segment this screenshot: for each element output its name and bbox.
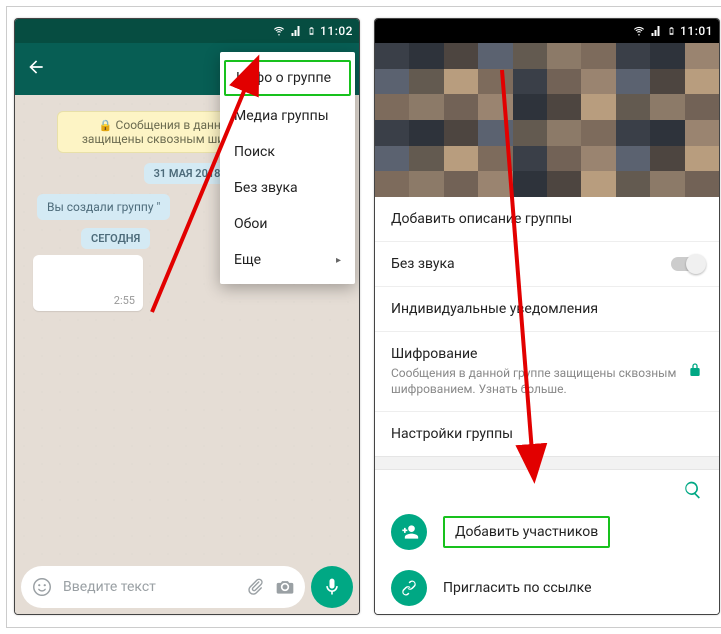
lock-icon xyxy=(687,362,703,382)
menu-item-wallpaper[interactable]: Обои xyxy=(220,206,355,242)
add-person-icon xyxy=(391,514,427,550)
group-created-chip: Вы создали группу " xyxy=(37,194,170,220)
mic-icon xyxy=(322,577,342,597)
group-settings-list: Добавить описание группы Без звука Индив… xyxy=(375,197,719,614)
screenshot-chat-screen: 11:02 🔒Сообщения в данной группе защищен… xyxy=(14,18,360,615)
battery-icon xyxy=(667,24,676,38)
back-button[interactable] xyxy=(21,57,51,82)
status-bar: 11:02 xyxy=(15,19,359,43)
group-header-image[interactable] xyxy=(375,43,719,197)
row-add-participants[interactable]: Добавить участников xyxy=(375,504,719,560)
row-group-settings[interactable]: Настройки группы xyxy=(375,412,719,456)
message-time: 2:55 xyxy=(114,294,135,307)
clock-text: 11:01 xyxy=(680,24,713,38)
menu-item-more[interactable]: Еще▸ xyxy=(220,242,355,278)
mic-button[interactable] xyxy=(311,566,353,608)
link-icon xyxy=(391,570,427,606)
clock-text: 11:02 xyxy=(320,24,353,38)
message-bubble[interactable]: 2:55 xyxy=(33,255,143,311)
section-gap xyxy=(375,456,719,470)
status-bar: 11:01 xyxy=(375,19,719,43)
chevron-right-icon: ▸ xyxy=(336,255,341,266)
menu-item-group-media[interactable]: Медиа группы xyxy=(220,98,355,134)
row-encryption[interactable]: Шифрование Сообщения в данной группе защ… xyxy=(375,332,719,412)
wifi-icon xyxy=(632,25,646,37)
signal-icon xyxy=(650,25,663,37)
row-mute[interactable]: Без звука xyxy=(375,242,719,287)
date-separator: 31 МАЯ 2018 xyxy=(144,163,231,184)
row-add-description[interactable]: Добавить описание группы xyxy=(375,197,719,242)
search-icon[interactable] xyxy=(683,480,703,500)
battery-icon xyxy=(307,24,316,38)
message-input-box[interactable]: Введите текст xyxy=(21,566,305,608)
camera-icon[interactable] xyxy=(275,577,295,597)
menu-item-mute[interactable]: Без звука xyxy=(220,170,355,206)
menu-item-group-info[interactable]: Инфо о группе xyxy=(224,60,351,96)
arrow-left-icon xyxy=(26,57,46,77)
participants-search-row xyxy=(375,470,719,504)
overflow-menu: Инфо о группе Медиа группы Поиск Без зву… xyxy=(220,52,355,284)
row-custom-notifications[interactable]: Индивидуальные уведомления xyxy=(375,287,719,332)
message-composer: Введите текст xyxy=(15,560,359,614)
attach-icon[interactable] xyxy=(245,577,265,597)
menu-item-search[interactable]: Поиск xyxy=(220,134,355,170)
screenshot-group-info-screen: 11:01 Добавить описание группы Без звука… xyxy=(374,18,720,615)
row-invite-link[interactable]: Пригласить по ссылке xyxy=(375,560,719,614)
date-separator-today: СЕГОДНЯ xyxy=(81,228,150,249)
mute-toggle[interactable] xyxy=(671,257,703,271)
wifi-icon xyxy=(272,25,286,37)
emoji-icon[interactable] xyxy=(31,576,53,598)
lock-icon: 🔒 xyxy=(99,119,113,132)
message-input[interactable]: Введите текст xyxy=(63,579,235,595)
signal-icon xyxy=(290,25,303,37)
add-participants-label: Добавить участников xyxy=(443,516,610,548)
